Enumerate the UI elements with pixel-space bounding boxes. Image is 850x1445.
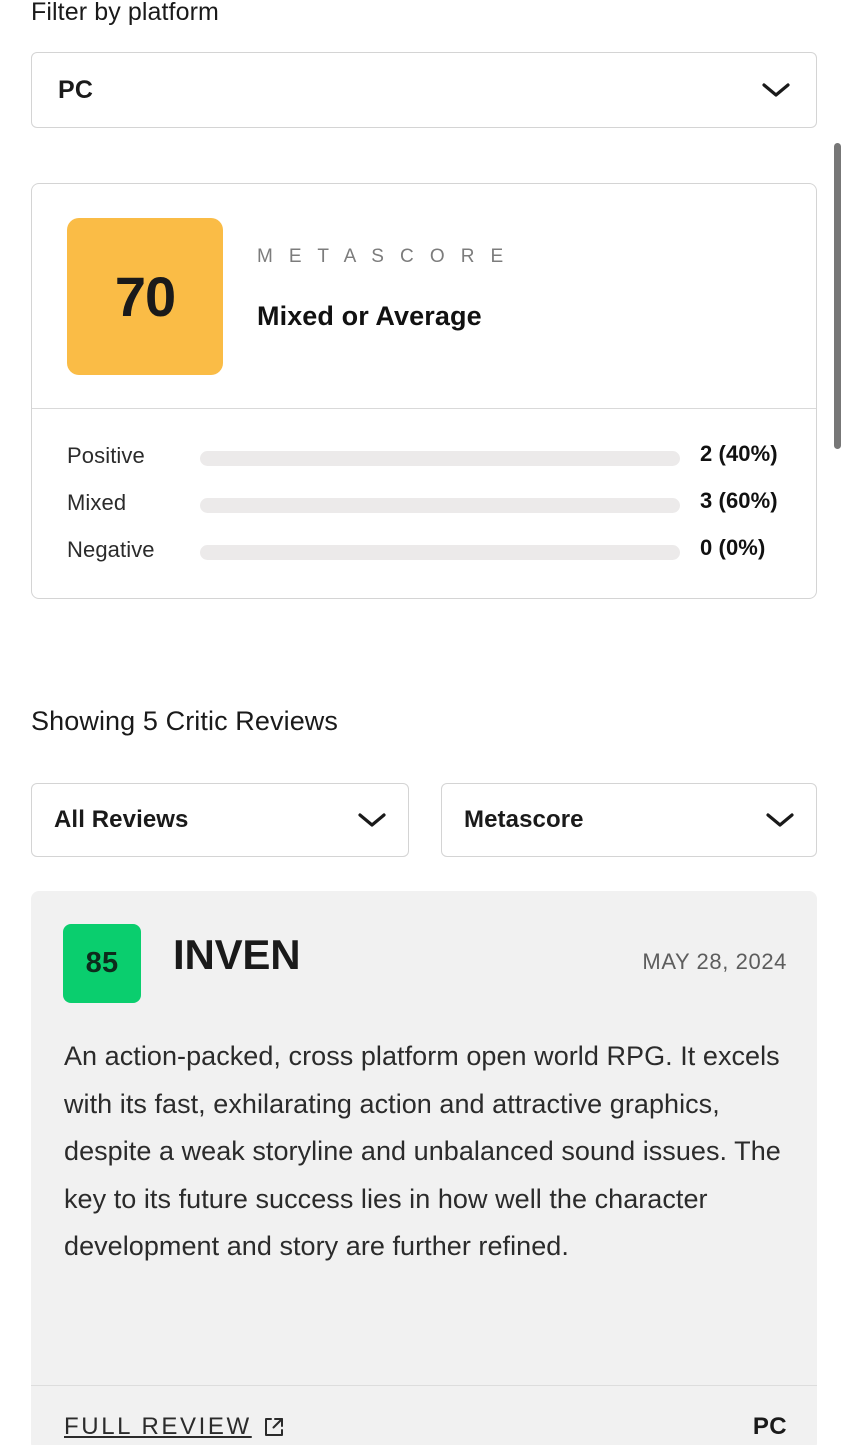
metascore-card: 70 M E T A S C O R E Mixed or Average Po…	[31, 183, 817, 599]
review-quote: An action-packed, cross platform open wo…	[64, 1041, 781, 1261]
review-footer: FULL REVIEW PC	[31, 1385, 817, 1445]
sentiment-row-positive: Positive 2 (40%)	[32, 436, 816, 483]
review-header: 85 INVEN MAY 28, 2024	[31, 891, 817, 1033]
metascore-text-block: M E T A S C O R E Mixed or Average	[257, 246, 509, 332]
scrollbar-thumb[interactable]	[834, 143, 841, 449]
external-link-icon	[263, 1416, 285, 1438]
review-filter-value: All Reviews	[54, 806, 189, 833]
review-date: MAY 28, 2024	[642, 949, 787, 974]
review-sort-select[interactable]: Metascore	[441, 783, 817, 857]
sentiment-label: Positive	[67, 443, 145, 468]
chevron-down-icon	[762, 82, 790, 98]
showing-reviews-count: Showing 5 Critic Reviews	[31, 706, 339, 736]
sentiment-bar-track	[200, 498, 680, 513]
platform-filter-select[interactable]: PC	[31, 52, 817, 128]
full-review-link[interactable]: FULL REVIEW	[64, 1413, 285, 1441]
sentiment-row-negative: Negative 0 (0%)	[32, 530, 816, 577]
critic-review-card: 85 INVEN MAY 28, 2024 An action-packed, …	[31, 891, 817, 1445]
metascore-kicker-label: M E T A S C O R E	[257, 246, 509, 267]
sentiment-bar-track	[200, 545, 680, 560]
review-score-badge: 85	[63, 924, 141, 1003]
metascore-value-badge: 70	[67, 218, 223, 375]
review-publication-name[interactable]: INVEN	[173, 931, 301, 979]
sentiment-count: 0 (0%)	[700, 535, 766, 560]
review-platform-label: PC	[752, 1413, 787, 1440]
sentiment-count: 2 (40%)	[700, 441, 778, 466]
sentiment-count: 3 (60%)	[700, 488, 778, 513]
reviews-page: Filter by platform PC 70 M E T A S C O R…	[0, 0, 850, 1445]
metascore-descriptor: Mixed or Average	[257, 301, 482, 331]
review-sort-value: Metascore	[464, 806, 584, 833]
sentiment-label: Negative	[67, 537, 155, 562]
sentiment-label: Mixed	[67, 490, 127, 515]
full-review-label: FULL REVIEW	[64, 1413, 252, 1440]
chevron-down-icon	[358, 812, 386, 828]
filter-by-platform-label: Filter by platform	[31, 0, 219, 26]
platform-filter-value: PC	[58, 75, 94, 104]
metascore-summary: 70 M E T A S C O R E Mixed or Average	[32, 184, 816, 409]
review-filter-select[interactable]: All Reviews	[31, 783, 409, 857]
page-scrollbar[interactable]	[833, 0, 847, 1445]
sentiment-breakdown: Positive 2 (40%) Mixed 3 (60%) Negative …	[32, 410, 816, 577]
sentiment-bar-track	[200, 451, 680, 466]
chevron-down-icon	[766, 812, 794, 828]
sentiment-row-mixed: Mixed 3 (60%)	[32, 483, 816, 530]
